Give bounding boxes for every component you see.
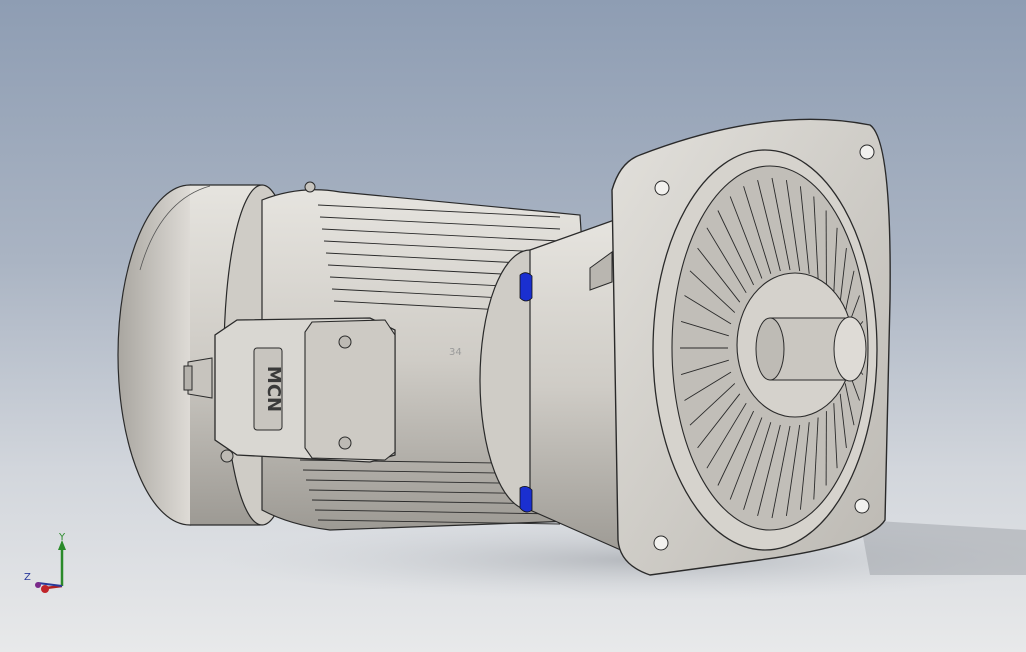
terminal-screw	[338, 436, 352, 450]
part-tag: 34	[449, 347, 462, 358]
mounting-hole	[653, 535, 669, 551]
z-axis-label: Z	[24, 572, 31, 583]
seal-ring-bottom	[519, 486, 533, 513]
nameplate-text: MCN	[263, 366, 284, 412]
seal-ring-top	[519, 272, 533, 302]
mounting-hole	[859, 144, 875, 160]
graphics-viewport[interactable]: MCN 34 Y Z	[0, 0, 1026, 652]
triad-arrows	[35, 540, 66, 593]
y-axis-label: Y	[59, 532, 66, 543]
terminal-screw	[338, 335, 352, 349]
mounting-hole	[654, 180, 670, 196]
gear-motor-model[interactable]: MCN	[0, 0, 1026, 652]
mounting-hole	[854, 498, 870, 514]
terminal-screw	[220, 449, 234, 463]
axis-triad: Y Z X	[18, 528, 78, 598]
lifting-bolt	[304, 181, 316, 193]
ground-shadow-tail	[860, 520, 1026, 575]
